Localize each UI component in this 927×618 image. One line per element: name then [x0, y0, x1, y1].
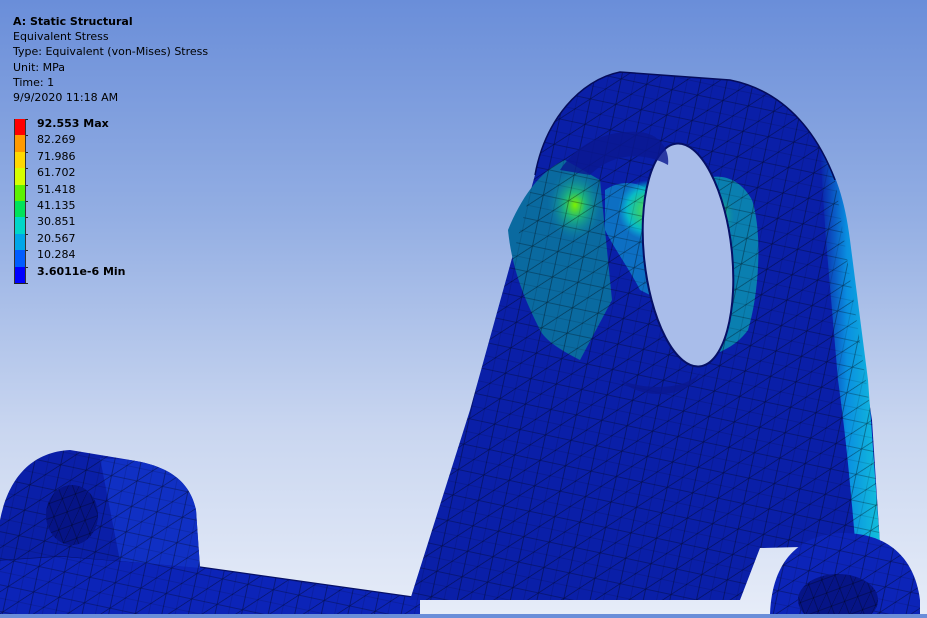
legend-row: 10.284 [14, 248, 76, 267]
stress-legend[interactable]: 92.553 Max 82.269 71.986 61.702 51.418 41.135… [14, 117, 126, 284]
legend-tick [14, 282, 28, 284]
legend-color-swatch [14, 200, 26, 218]
result-info: A: Static Structural Equivalent Stress T… [13, 14, 208, 105]
left-lug [0, 450, 200, 568]
legend-row: 51.418 [14, 183, 76, 201]
legend-row: 3.6011e-6 Min [14, 265, 126, 283]
legend-label: 51.418 [37, 182, 76, 196]
main-lug [410, 71, 880, 600]
legend-label: 61.702 [37, 166, 76, 180]
analysis-title: A: Static Structural [13, 15, 133, 28]
legend-label: 71.986 [37, 149, 76, 163]
legend-label: 20.567 [37, 231, 76, 245]
result-name: Equivalent Stress [13, 30, 109, 44]
legend-color-swatch [14, 168, 26, 185]
legend-row: 92.553 Max [14, 117, 109, 136]
legend-color-swatch [14, 119, 26, 136]
result-time: Time: 1 [13, 75, 55, 89]
legend-label: 30.851 [37, 215, 76, 229]
legend-label: 10.284 [37, 248, 76, 262]
legend-row: 61.702 [14, 166, 76, 185]
legend-row: 71.986 [14, 150, 76, 169]
legend-label: 3.6011e-6 Min [37, 264, 126, 278]
legend-color-swatch [14, 266, 26, 283]
legend-color-swatch [14, 250, 26, 267]
legend-color-swatch [14, 217, 26, 234]
legend-color-swatch [14, 184, 26, 201]
result-timestamp: 9/9/2020 11:18 AM [13, 91, 119, 105]
legend-color-swatch [14, 233, 26, 251]
legend-row: 20.567 [14, 232, 76, 251]
legend-row: 41.135 [14, 199, 76, 218]
result-unit: Unit: MPa [13, 60, 65, 74]
result-type: Type: Equivalent (von-Mises) Stress [13, 45, 209, 59]
legend-label: 41.135 [37, 198, 76, 212]
base-plate [0, 555, 421, 614]
legend-color-swatch [14, 135, 26, 152]
legend-label: 92.553 Max [37, 117, 109, 130]
legend-label: 82.269 [37, 133, 76, 147]
legend-row: 82.269 [14, 133, 76, 152]
legend-color-swatch [14, 151, 26, 169]
legend-row: 30.851 [14, 215, 76, 234]
